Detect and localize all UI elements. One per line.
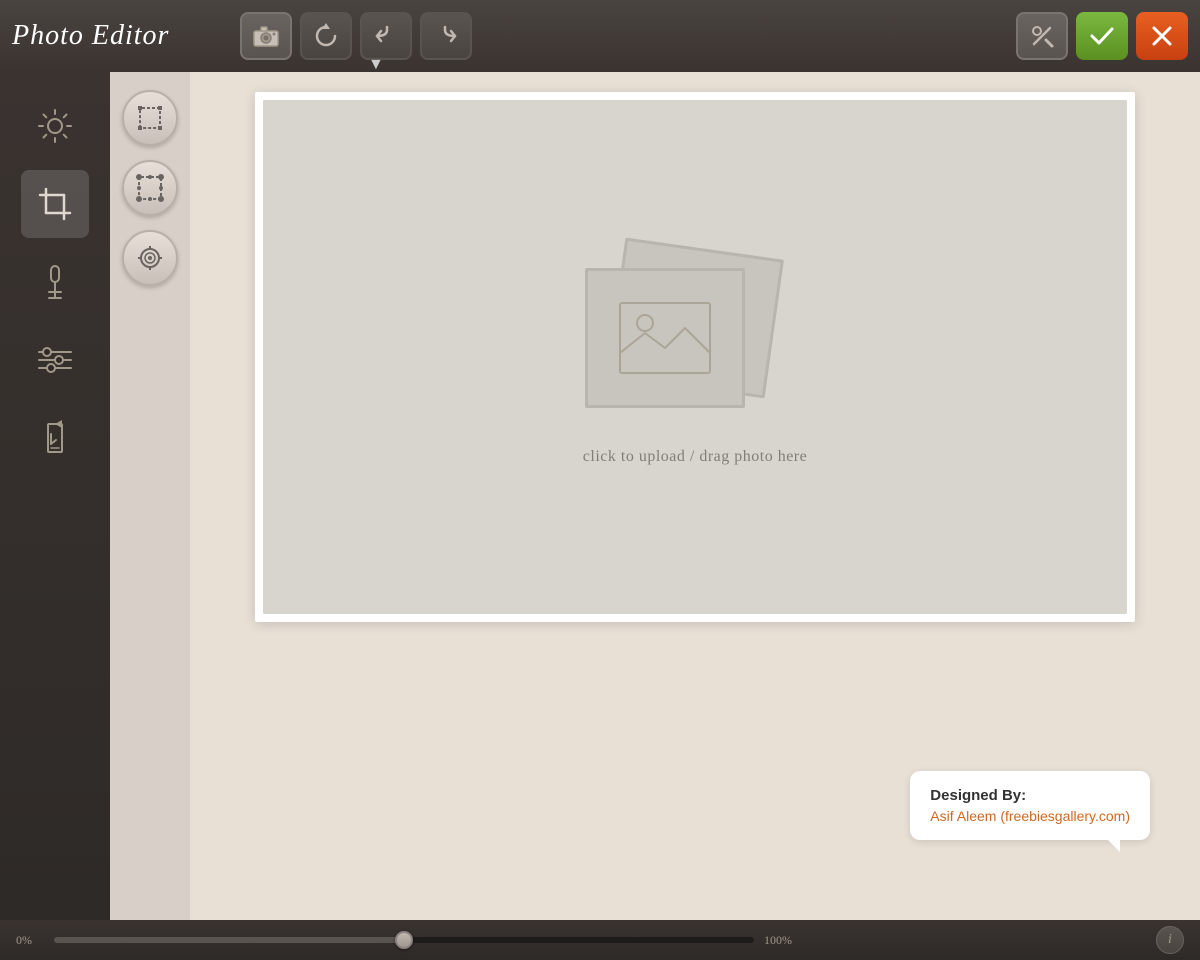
undo-button[interactable]	[360, 12, 412, 60]
secondary-panel	[110, 72, 190, 920]
reset-button[interactable]	[300, 12, 352, 60]
sidebar-tool-history[interactable]	[21, 404, 89, 472]
sidebar-tool-crop[interactable]	[21, 170, 89, 238]
cancel-icon	[1151, 25, 1173, 47]
bottom-bar: 0% 100% i	[0, 920, 1200, 960]
undo-icon	[373, 23, 399, 49]
info-button[interactable]: i	[1156, 926, 1184, 954]
top-toolbar: Photo Editor	[0, 0, 1200, 72]
redo-button[interactable]	[420, 12, 472, 60]
upload-text: click to upload / drag photo here	[583, 448, 807, 466]
redo-icon	[433, 23, 459, 49]
reset-icon	[313, 23, 339, 49]
cancel-button[interactable]	[1136, 12, 1188, 60]
filters-icon	[39, 264, 71, 300]
history-icon	[40, 420, 70, 456]
image-placeholder-icon	[615, 298, 715, 378]
zoom-track[interactable]	[54, 937, 754, 943]
tools-icon	[1029, 23, 1055, 49]
confirm-button[interactable]	[1076, 12, 1128, 60]
photo-frame-front	[585, 268, 745, 408]
sidebar-tool-filters[interactable]	[21, 248, 89, 316]
photo-upload-canvas[interactable]: click to upload / drag photo here	[255, 92, 1135, 622]
canvas-area: click to upload / drag photo here Design…	[190, 72, 1200, 920]
photo-placeholder	[585, 248, 805, 428]
rotate-icon	[136, 244, 164, 272]
sidebar-tool-brightness[interactable]	[21, 92, 89, 160]
panel-selection-button[interactable]	[122, 90, 178, 146]
sidebar-tool-adjustments[interactable]	[21, 326, 89, 394]
zoom-max-label: 100%	[764, 933, 792, 948]
credit-author: Asif Aleem (freebiesgallery.com)	[930, 808, 1130, 824]
info-icon: i	[1168, 932, 1172, 948]
app-title: Photo Editor	[12, 20, 212, 52]
transform-icon	[136, 174, 164, 202]
camera-button[interactable]	[240, 12, 292, 60]
camera-icon	[253, 25, 279, 47]
zoom-fill	[54, 937, 404, 943]
confirm-icon	[1089, 25, 1115, 47]
credit-designed-by-label: Designed By:	[930, 787, 1130, 804]
brightness-icon	[37, 108, 73, 144]
main-area: click to upload / drag photo here Design…	[0, 72, 1200, 920]
tools-button[interactable]	[1016, 12, 1068, 60]
zoom-thumb[interactable]	[395, 931, 413, 949]
adjustments-icon	[37, 344, 73, 376]
canvas-inner: click to upload / drag photo here	[263, 100, 1127, 614]
panel-transform-button[interactable]	[122, 160, 178, 216]
credit-box: Designed By: Asif Aleem (freebiesgallery…	[910, 771, 1150, 840]
selection-icon	[136, 104, 164, 132]
zoom-min-label: 0%	[16, 933, 44, 948]
left-sidebar	[0, 72, 110, 920]
crop-icon	[38, 187, 72, 221]
panel-rotate-button[interactable]	[122, 230, 178, 286]
